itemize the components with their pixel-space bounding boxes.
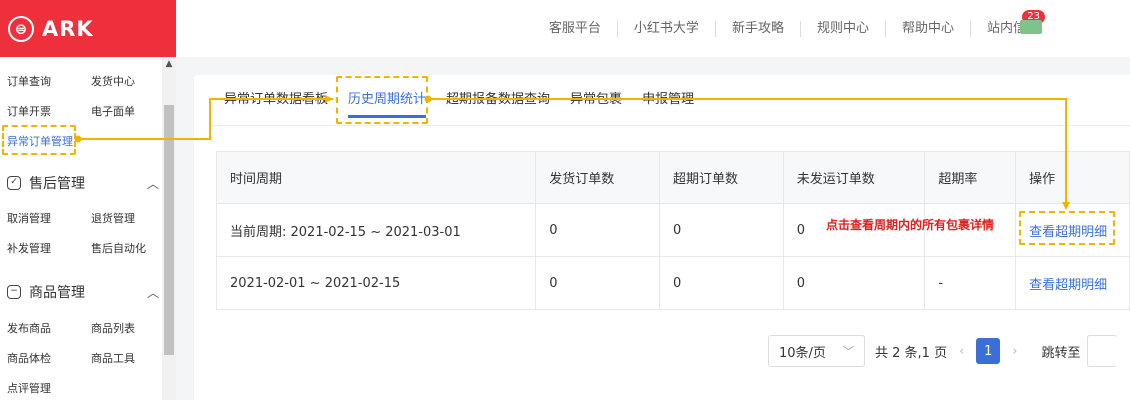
arrow-sidebar-to-tab	[78, 98, 333, 140]
app-root: ⊜ ARK 客服平台 小红书大学 新手攻略 规则中心 帮助中心 站内信 23 订…	[0, 0, 1130, 400]
arrowhead	[1062, 202, 1070, 210]
annotation-arrows	[74, 95, 1070, 210]
arrow-tab-to-action	[428, 98, 1067, 208]
arrow-dot	[74, 135, 82, 143]
arrowhead	[325, 95, 333, 103]
arrow-dot	[424, 95, 432, 103]
